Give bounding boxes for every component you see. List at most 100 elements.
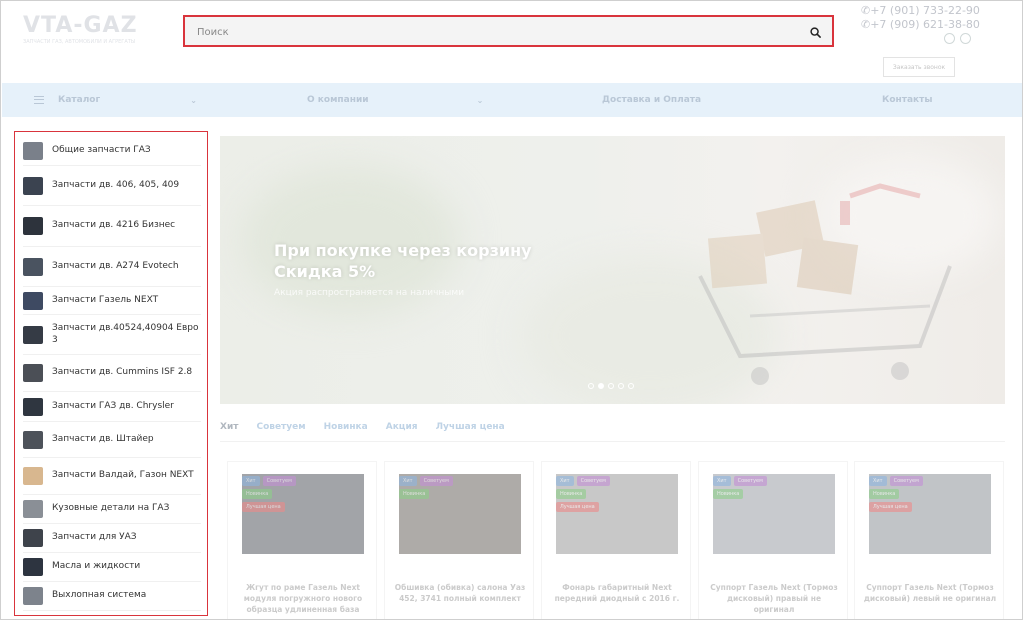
sidebar-item[interactable]: Общие запчасти ГАЗ xyxy=(23,136,201,166)
status-badge: Хит xyxy=(242,476,260,486)
nav-item-about[interactable]: О компании ⌄ xyxy=(307,83,483,117)
category-thumbnail xyxy=(23,467,43,485)
callback-button[interactable]: Заказать звонок xyxy=(883,57,955,77)
product-badges: Хит Советуем Новинка Лучшая цена xyxy=(556,476,610,512)
status-badge: Советуем xyxy=(262,476,296,486)
sidebar-item-label: Запчасти дв. А274 Evotech xyxy=(52,260,179,271)
product-tab[interactable]: Советуем xyxy=(256,422,305,442)
chevron-down-icon: ⌄ xyxy=(476,95,484,105)
whatsapp-icon[interactable] xyxy=(960,33,971,44)
messengers xyxy=(944,33,971,44)
status-badge: Новинка xyxy=(242,489,273,499)
sidebar-item[interactable]: Запчасти Валдай, Газон NEXT xyxy=(23,458,201,495)
shopping-cart-icon xyxy=(698,183,952,385)
main-nav: Каталог ⌄ О компании ⌄ Доставка и Оплата… xyxy=(2,83,1022,117)
sidebar-item[interactable]: Масла и жидкости xyxy=(23,553,201,582)
logo-text: VTA-GAZ xyxy=(23,13,138,38)
sidebar-item-label: Запчасти Валдай, Газон NEXT xyxy=(52,470,194,481)
product-card[interactable]: Хит Советуем Новинка Лучшая цена Фонарь габа… xyxy=(541,461,691,619)
product-card[interactable]: Хит Советуем Новинка Обшивка (обивка) салон… xyxy=(384,461,534,619)
status-badge: Хит xyxy=(713,476,731,486)
slider-dot[interactable] xyxy=(618,383,624,389)
sidebar-item[interactable]: Запчасти Газель NEXT xyxy=(23,287,201,315)
product-name[interactable]: Суппорт Газель Next (Тормоз дисковый) ле… xyxy=(863,582,997,604)
search-box xyxy=(183,15,834,47)
sidebar-item[interactable]: Запчасти дв. Cummins ISF 2.8 xyxy=(23,355,201,392)
sidebar-item[interactable]: Кузовные детали на ГАЗ xyxy=(23,495,201,524)
sidebar-item[interactable]: Запчасти дв. А274 Evotech xyxy=(23,247,201,287)
product-tab[interactable]: Новинка xyxy=(324,422,368,442)
status-badge: Лучшая цена xyxy=(242,502,285,512)
status-badge: Советуем xyxy=(576,476,610,486)
sidebar-item[interactable]: Запчасти дв. 406, 405, 409 xyxy=(23,166,201,206)
tabs-divider xyxy=(220,441,1005,442)
sidebar-item[interactable]: Запчасти для УАЗ xyxy=(23,524,201,553)
product-name[interactable]: Суппорт Газель Next (Тормоз дисковый) пр… xyxy=(707,582,841,615)
product-badges: Хит Советуем Новинка Лучшая цена xyxy=(869,476,923,512)
search-input[interactable] xyxy=(197,23,787,41)
slider-dot[interactable] xyxy=(598,383,604,389)
category-thumbnail xyxy=(23,217,43,235)
category-thumbnail xyxy=(23,397,43,416)
sidebar-item[interactable]: Запчасти дв. Штайер xyxy=(23,422,201,458)
product-name[interactable]: Жгут по раме Газель Next модуля погружно… xyxy=(236,582,370,615)
sidebar-item[interactable]: Запчасти ГАЗ дв. Chrysler xyxy=(23,392,201,422)
nav-item-delivery[interactable]: Доставка и Оплата xyxy=(602,83,701,117)
search-icon xyxy=(809,26,821,38)
sidebar-item[interactable]: Выхлопная система xyxy=(23,582,201,611)
viber-icon[interactable] xyxy=(944,33,955,44)
sidebar-item-label: Запчасти Газель NEXT xyxy=(52,294,159,305)
status-badge: Лучшая цена xyxy=(869,502,912,512)
product-badges: Хит Советуем Новинка xyxy=(399,476,453,499)
search-button[interactable] xyxy=(806,23,824,41)
sidebar-item-label: Выхлопная система xyxy=(52,590,147,601)
category-thumbnail xyxy=(23,291,43,310)
phone-2[interactable]: ✆+7 (909) 621-38-80 xyxy=(861,18,981,32)
sidebar-item[interactable]: Запчасти дв.40524,40904 Евро 3 xyxy=(23,315,201,355)
menu-icon xyxy=(34,96,44,104)
category-thumbnail xyxy=(23,558,43,576)
sidebar-item-label: Запчасти дв.40524,40904 Евро 3 xyxy=(52,323,199,345)
category-sidebar: Общие запчасти ГАЗ Запчасти дв. 406, 405,… xyxy=(14,131,208,616)
category-thumbnail xyxy=(23,587,43,605)
product-tab[interactable]: Лучшая цена xyxy=(436,422,505,442)
nav-label: Доставка и Оплата xyxy=(602,95,702,105)
phone-list: ✆+7 (901) 733-22-90 ✆+7 (909) 621-38-80 xyxy=(861,4,981,32)
sidebar-item-label: Запчасти дв. Штайер xyxy=(52,433,154,444)
product-name[interactable]: Обшивка (обивка) салона Уаз 452, 3741 по… xyxy=(393,582,527,604)
status-badge: Новинка xyxy=(713,489,744,499)
product-badges: Хит Советуем Новинка Лучшая цена xyxy=(242,476,296,512)
site-logo[interactable]: VTA-GAZ ЗАПЧАСТИ ГАЗ, АВТОМОБИЛИ И АГРЕГ… xyxy=(23,13,163,45)
product-name[interactable]: Фонарь габаритный Next передний диодный … xyxy=(550,582,684,604)
sidebar-item-label: Запчасти дв. Cummins ISF 2.8 xyxy=(52,367,193,378)
category-thumbnail xyxy=(23,529,43,547)
category-thumbnail xyxy=(23,364,43,382)
promo-banner[interactable]: При покупке через корзину Скидка 5% Акци… xyxy=(220,136,1005,404)
sidebar-item-label: Запчасти для УАЗ xyxy=(52,532,137,543)
sidebar-item-label: Кузовные детали на ГАЗ xyxy=(52,503,170,514)
product-badges: Хит Советуем Новинка xyxy=(713,476,767,499)
slider-dot[interactable] xyxy=(608,383,614,389)
sidebar-item[interactable]: Запчасти дв. 4216 Бизнес xyxy=(23,206,201,247)
category-thumbnail xyxy=(23,257,43,276)
status-badge: Лучшая цена xyxy=(556,502,599,512)
product-tab[interactable]: Хит xyxy=(220,422,239,442)
nav-item-contacts[interactable]: Контакты xyxy=(882,83,933,117)
category-thumbnail xyxy=(23,500,43,518)
category-thumbnail xyxy=(23,430,43,449)
banner-title: При покупке через корзину Скидка 5% xyxy=(274,241,532,281)
phone-1[interactable]: ✆+7 (901) 733-22-90 xyxy=(861,4,981,18)
nav-label: Контакты xyxy=(882,95,933,105)
banner-subtitle: Акция распространяется на наличными xyxy=(274,288,465,298)
status-badge: Новинка xyxy=(869,489,900,499)
nav-item-catalog[interactable]: Каталог ⌄ xyxy=(34,83,197,117)
status-badge: Новинка xyxy=(399,489,430,499)
status-badge: Советуем xyxy=(889,476,923,486)
product-card[interactable]: Хит Советуем Новинка Лучшая цена Суппорт Газ… xyxy=(854,461,1004,619)
slider-dot[interactable] xyxy=(588,383,594,389)
product-tab[interactable]: Акция xyxy=(386,422,418,442)
status-badge: Хит xyxy=(869,476,887,486)
slider-dot[interactable] xyxy=(628,383,634,389)
product-card[interactable]: Хит Советуем Новинка Суппорт Газель Next (Т… xyxy=(698,461,848,619)
product-card[interactable]: Хит Советуем Новинка Лучшая цена Жгут по рам… xyxy=(227,461,377,619)
